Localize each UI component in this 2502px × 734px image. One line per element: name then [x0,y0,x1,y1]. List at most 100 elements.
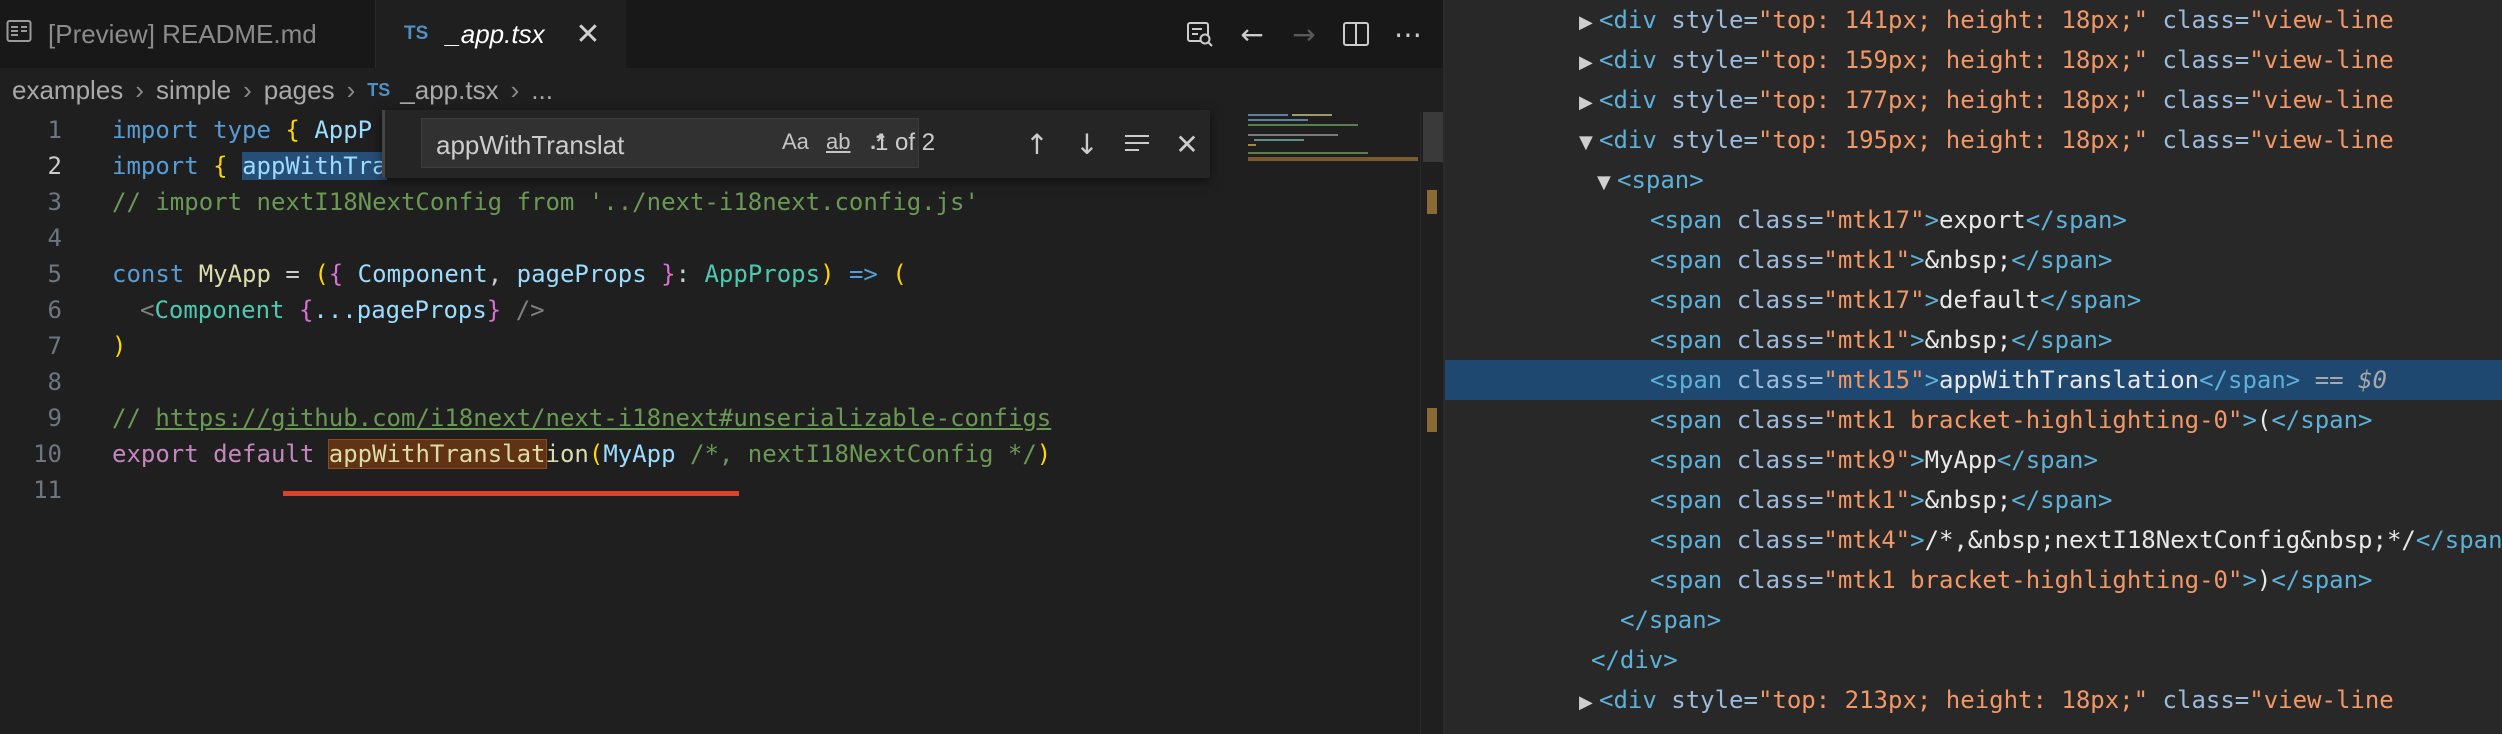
line-number: 2 [47,152,62,180]
dom-node-row[interactable]: ▼ <span> [1597,160,1704,200]
arrow-up-icon[interactable]: ↑ [1017,124,1057,164]
minimap-line [1248,152,1368,154]
expand-triangle-icon[interactable]: ▶ [1579,683,1599,723]
arrow-down-icon[interactable]: ↓ [1067,124,1107,164]
dom-tag: <div [1599,686,1657,714]
code-line: // https://github.com/i18next/next-i18ne… [112,400,1051,436]
tab-app-tsx[interactable]: TS _app.tsx ✕ [376,0,626,68]
dom-node-row[interactable]: </div> [1591,640,1678,680]
dom-node-row-selected[interactable]: <span class="mtk15">appWithTranslation</… [1445,360,2502,400]
collapse-triangle-icon[interactable]: ▼ [1579,123,1599,163]
minimap-line [1254,139,1304,141]
dom-node-row[interactable]: <span class="mtk1 bracket-highlighting-0… [1650,560,2373,600]
dom-attr-name: style [1671,126,1744,154]
close-tab-icon[interactable]: ✕ [568,14,608,54]
dom-node-row[interactable]: </span> [1620,600,1721,640]
dom-tag: </span> [1996,446,2098,474]
dom-attr-name: class [1736,566,1809,594]
minimap[interactable] [1248,112,1418,212]
find-input[interactable]: appWithTranslat Aa ab .* [421,118,919,168]
expand-triangle-icon[interactable]: ▶ [1579,3,1599,43]
arrow-right-icon[interactable]: → [1289,18,1319,51]
tab-readme-preview[interactable]: [Preview] README.md [0,0,376,68]
dom-attr-name: style [1671,6,1744,34]
dom-tag: </span> [2199,366,2301,394]
dom-attr-name: class [1736,366,1809,394]
dom-node-row[interactable]: <span class="mtk1">&nbsp;</span> [1650,240,2112,280]
code-link[interactable]: https://github.com/i18next/next-i18next#… [155,404,1051,432]
code-token: { [284,296,314,324]
code-token: ( [314,260,329,288]
dom-attr-value: "mtk9" [1823,446,1911,474]
breadcrumb-item-symbols[interactable]: ... [531,75,553,106]
minimap-line [1248,144,1256,146]
typescript-file-icon: TS [404,23,429,44]
arrow-left-icon[interactable]: ← [1237,18,1267,51]
annotation-underline [283,491,739,496]
breadcrumb-item-simple[interactable]: simple [156,75,231,106]
code-token: { [285,116,300,144]
code-token: ) [820,260,835,288]
match-whole-word-toggle[interactable]: ab [826,129,850,159]
dom-attr-value: "top: 159px; height: 18px;" [1757,46,2149,74]
dom-tag: </div> [1591,646,1678,674]
dom-node-row[interactable]: <span class="mtk1 bracket-highlighting-0… [1650,400,2373,440]
dom-node-row[interactable]: <span class="mtk9">MyApp</span> [1650,440,2098,480]
breadcrumb-item-file[interactable]: _app.tsx [400,75,498,106]
minimap-line [1248,124,1358,126]
dom-attr-name: class [2162,46,2235,74]
dom-node-row[interactable]: ▶ <div style="top: 159px; height: 18px;" … [1579,40,2394,80]
line-number: 3 [47,188,62,216]
expand-triangle-icon[interactable]: ▶ [1579,83,1599,123]
dom-attr-name: class [2162,86,2235,114]
dom-attr-value: "mtk1" [1823,326,1911,354]
collapse-triangle-icon[interactable]: ▼ [1597,163,1617,203]
code-token: = [270,260,315,288]
dom-node-row[interactable]: <span class="mtk17">default</span> [1650,280,2141,320]
vertical-scrollbar[interactable] [1420,112,1443,734]
match-case-toggle[interactable]: Aa [782,129,809,159]
open-changes-icon[interactable] [1185,19,1215,49]
scrollbar-thumb[interactable] [1423,112,1443,162]
dom-node-row[interactable]: ▶ <div style="top: 213px; height: 18px;" … [1579,680,2394,720]
dom-node-row[interactable]: ▶ <div style="top: 141px; height: 18px;" … [1579,0,2394,40]
dom-attr-name: style [1671,46,1744,74]
minimap-line [1248,119,1308,121]
code-line: // import nextI18NextConfig from '../nex… [112,188,979,216]
breadcrumb-item-pages[interactable]: pages [264,75,335,106]
dom-attr-value: "top: 177px; height: 18px;" [1757,86,2149,114]
code-token: < [140,296,155,324]
find-input-value: appWithTranslat [436,130,625,160]
dom-text: export [1939,206,2026,234]
dom-node-row[interactable]: <span class="mtk4">/*,&nbsp;nextI18NextC… [1650,520,2502,560]
dom-tag: </span> [2011,246,2113,274]
dom-tag: <span [1650,446,1723,474]
split-editor-icon[interactable] [1341,19,1371,49]
dom-attr-value: "mtk17" [1823,206,1925,234]
code-line: <Component {...pageProps} /> [140,292,545,328]
more-icon[interactable]: ⋯ [1393,18,1423,51]
code-line: ) [112,332,127,360]
close-icon[interactable]: ✕ [1167,124,1207,164]
dom-node-row[interactable]: <span class="mtk17">export</span> [1650,200,2127,240]
code-line: export default appWithTranslation(MyApp … [112,436,1051,472]
expand-triangle-icon[interactable]: ▶ [1579,43,1599,83]
dom-tag: <span> [1617,166,1704,194]
breadcrumb-item-examples[interactable]: examples [12,75,123,106]
dom-attr-name: style [1671,686,1744,714]
dom-attr-name: class [1736,526,1809,554]
dom-attr-name: class [1736,286,1809,314]
chevron-right-icon: › [346,74,356,105]
devtools-elements-panel: ▶ <div style="top: 141px; height: 18px;" … [1445,0,2502,734]
find-in-selection-icon[interactable] [1117,124,1157,164]
line-number: 11 [33,476,62,504]
code-token: ...pageProps [313,296,487,324]
dom-tag: </span> [2025,206,2127,234]
dom-attr-value: "mtk15" [1823,366,1925,394]
dom-node-row[interactable]: <span class="mtk1">&nbsp;</span> [1650,480,2112,520]
dom-node-row[interactable]: ▶ <div style="top: 177px; height: 18px;" … [1579,80,2394,120]
dom-node-row[interactable]: ▼ <div style="top: 195px; height: 18px;" … [1579,120,2394,160]
tab-label: [Preview] README.md [48,18,317,49]
dom-node-row[interactable]: <span class="mtk1">&nbsp;</span> [1650,320,2112,360]
dom-attr-value: "mtk4" [1823,526,1911,554]
